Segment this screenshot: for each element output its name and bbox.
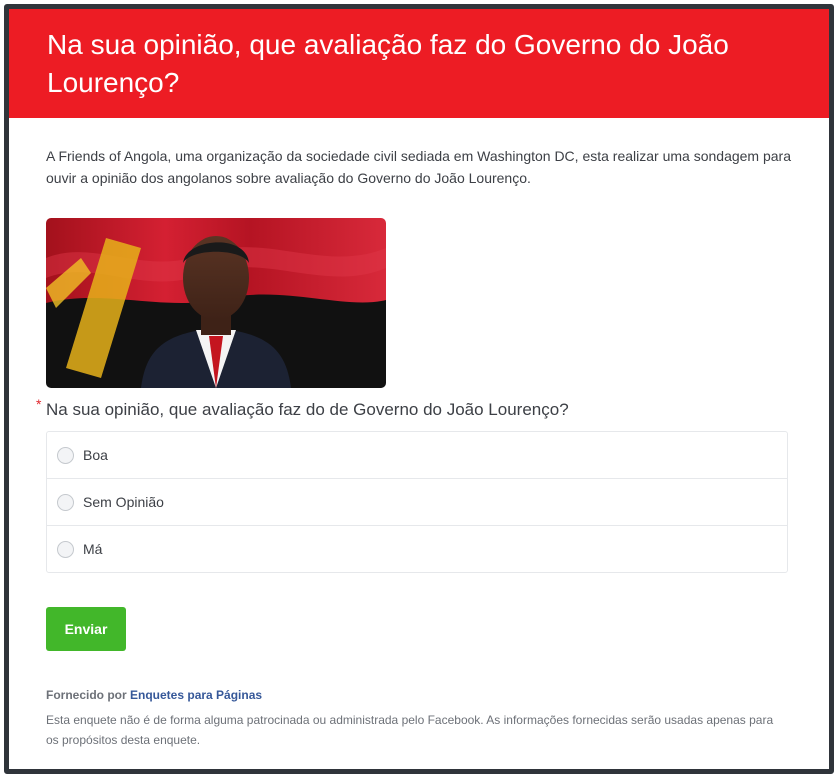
poll-options: Boa Sem Opinião Má — [46, 431, 788, 573]
option-sem-opiniao[interactable]: Sem Opinião — [47, 478, 787, 525]
radio-button[interactable] — [57, 540, 74, 558]
poll-content: A Friends of Angola, uma organização da … — [9, 145, 829, 750]
poll-image — [46, 218, 386, 388]
provided-by-prefix: Fornecido por — [46, 688, 127, 702]
option-label: Boa — [83, 447, 108, 463]
option-label: Sem Opinião — [83, 494, 164, 510]
option-ma[interactable]: Má — [47, 525, 787, 572]
submit-button[interactable]: Enviar — [46, 607, 126, 651]
provided-by: Fornecido por Enquetes para Páginas — [46, 688, 792, 702]
question-text: Na sua opinião, que avaliação faz do de … — [46, 400, 569, 419]
poll-description: A Friends of Angola, uma organização da … — [46, 148, 792, 186]
radio-button[interactable] — [57, 446, 74, 464]
poll-question: * Na sua opinião, que avaliação faz do d… — [36, 396, 792, 420]
required-marker: * — [36, 396, 42, 412]
radio-button[interactable] — [57, 493, 74, 511]
option-label: Má — [83, 541, 103, 557]
poll-frame: Na sua opinião, que avaliação faz do Gov… — [4, 4, 834, 774]
poll-header: Na sua opinião, que avaliação faz do Gov… — [9, 9, 829, 118]
option-boa[interactable]: Boa — [47, 432, 787, 478]
poll-title: Na sua opinião, que avaliação faz do Gov… — [47, 28, 729, 98]
disclaimer-text: Esta enquete não é de forma alguma patro… — [46, 713, 774, 747]
poll-footer: Fornecido por Enquetes para Páginas Esta… — [46, 688, 792, 750]
provider-link[interactable]: Enquetes para Páginas — [130, 688, 262, 702]
